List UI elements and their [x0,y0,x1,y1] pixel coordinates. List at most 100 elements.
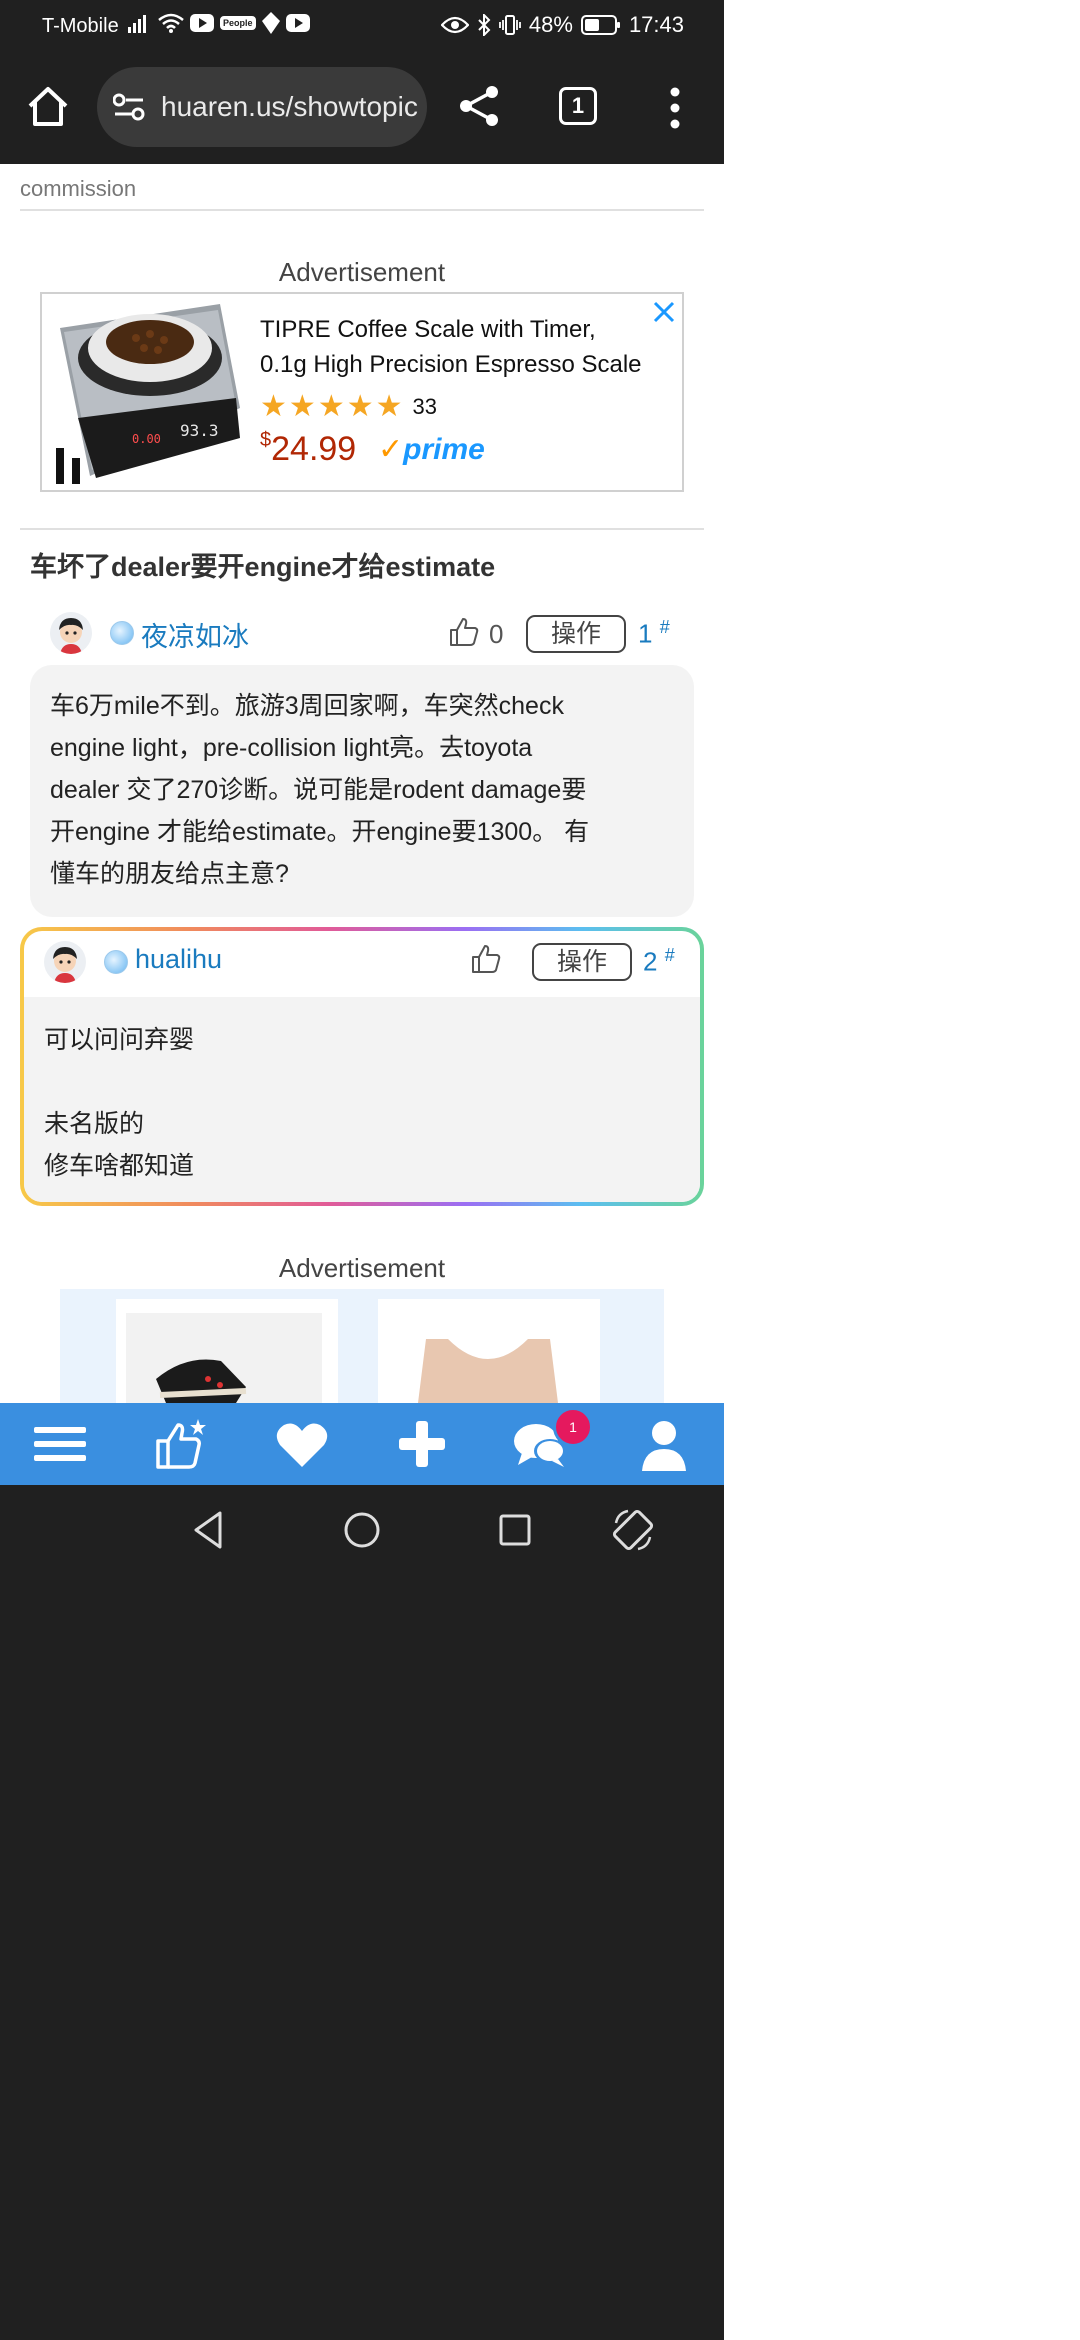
recents-icon[interactable] [492,1507,538,1553]
carrier-label: T-Mobile [42,15,119,37]
user-icon[interactable] [636,1417,692,1471]
thumbs-up-icon[interactable] [470,943,502,975]
star-icon: ★ [260,390,287,423]
star-icon: ★ [288,390,316,423]
url-text: huaren.us/showtopic [161,91,418,122]
ad-product-title[interactable]: TIPRE Coffee Scale with Timer, 0.1g High… [260,312,674,382]
overflow-menu-icon[interactable] [666,86,684,130]
star-icon: ★ [317,390,345,423]
username-link[interactable]: hualihu [135,944,222,975]
garment-image [418,1339,558,1403]
share-icon[interactable] [458,84,500,128]
status-bar: T-Mobile People 48% 17:43 [0,0,724,52]
signal-icon [128,15,146,33]
commission-text: commission [20,176,137,201]
floor-number: 2 # [643,945,675,978]
post-body: 车6万mile不到。旅游3周回家啊，车突然check engine light，… [30,665,694,917]
floor-num: 2 [643,946,658,977]
heart-icon[interactable] [274,1417,330,1471]
home-nav-icon[interactable] [339,1507,385,1553]
post-line: engine light，pre-collision light亮。去toyot… [50,734,533,762]
like-count: 0 [489,619,504,649]
online-status-icon [104,950,128,974]
ad-card-top[interactable] [378,1299,600,1403]
post-line: 开engine 才能给estimate。开engine要1300。 有 [50,818,590,846]
bottom-navigation [0,1403,724,1485]
coffee-scale-image: 0.00 93.3 [56,304,240,484]
tab-switcher-button[interactable]: 1 [559,87,597,125]
product-ad-carousel[interactable] [60,1289,664,1403]
ad-card-sneaker[interactable] [116,1299,338,1403]
prime-check-icon: ✓ [378,433,404,466]
menu-icon[interactable] [32,1417,88,1471]
star-icon: ★ [375,390,403,423]
prime-badge: ✓prime [378,432,485,467]
vibrate-icon [498,15,521,35]
divider [20,528,704,530]
reply-post: hualihu 操作 2 # 可以问问弃婴 未名版的 修车啥都知道 [20,927,704,1206]
back-icon[interactable] [186,1507,232,1553]
browser-toolbar: huaren.us/showtopic 1 [0,52,724,164]
post-line: 未名版的 [44,1110,145,1138]
price-currency: $ [260,429,272,451]
thread-title: 车坏了dealer要开engine才给estimate [30,552,496,582]
rotate-screen-icon[interactable] [610,1507,656,1553]
sneaker-image [126,1313,322,1403]
reply-post-inner: hualihu 操作 2 # 可以问问弃婴 未名版的 修车啥都知道 [24,931,700,1202]
post-line-blank [44,1061,680,1103]
people-app-icon: People [220,16,256,30]
status-icons-right: 48% 17:43 [440,12,684,38]
battery-icon [580,15,620,35]
avatar-face-icon [53,947,77,983]
prime-label: prime [403,433,485,466]
youtube-icon [190,14,214,32]
post-line: dealer 交了270诊断。说可能是rodent damage要 [50,776,587,804]
site-settings-icon[interactable] [113,93,145,121]
chat-notification-badge: 1 [553,1407,593,1447]
diamond-app-icon [261,12,280,34]
post-header: 夜凉如冰 0 操作 1 # [0,607,724,659]
floor-mark: # [664,945,675,965]
floor-mark: # [659,617,670,637]
product-ad[interactable]: 0.00 93.3 TIPRE Coffee Scale with Timer,… [40,292,684,492]
bluetooth-icon [478,14,491,36]
post-actions-button[interactable]: 操作 [526,615,626,653]
eye-icon [440,16,469,34]
ad-price: $24.99 [260,429,356,469]
divider [20,209,704,211]
price-value: 24.99 [271,430,357,468]
post-line: 修车啥都知道 [44,1152,195,1180]
system-navigation-bar [0,1485,724,2340]
wifi-icon [158,13,184,33]
post-line: 懂车的朋友给点主意? [50,860,289,888]
avatar[interactable] [44,941,86,983]
clock: 17:43 [628,12,684,37]
thumbs-up-icon[interactable] [448,616,480,648]
star-icon: ★ [346,390,374,423]
floor-num: 1 [638,618,653,649]
rating-count: 33 [412,394,438,419]
ad-close-icon[interactable] [646,294,682,330]
svg-text:93.3: 93.3 [180,421,219,440]
rating-stars: ★ ★ ★ ★ ★ 33 [260,392,437,422]
avatar-face-icon [59,618,83,654]
username-link[interactable]: 夜凉如冰 [141,615,249,654]
post-actions-button[interactable]: 操作 [532,943,632,981]
ad-label: Advertisement [278,257,446,287]
reply-body: 可以问问弃婴 未名版的 修车啥都知道 [24,997,700,1202]
ad-title-line-2: 0.1g High Precision Espresso Scale [260,351,642,378]
avatar[interactable] [50,612,92,654]
home-icon[interactable] [26,84,70,128]
ad-title-line-1: TIPRE Coffee Scale with Timer, [260,316,596,343]
youtube-icon-2 [285,14,310,32]
post-line: 车6万mile不到。旅游3周回家啊，车突然check [50,692,564,720]
plus-icon[interactable] [394,1417,450,1471]
svg-text:0.00: 0.00 [132,432,161,446]
post-line: 可以问问弃婴 [44,1026,195,1054]
ad-label: Advertisement [278,1253,446,1283]
status-icons-left: People [128,12,310,34]
address-bar[interactable]: huaren.us/showtopic [97,67,427,147]
online-status-icon [110,621,134,645]
thumbs-up-star-icon[interactable] [152,1417,208,1471]
battery-percent: 48% [528,12,573,37]
